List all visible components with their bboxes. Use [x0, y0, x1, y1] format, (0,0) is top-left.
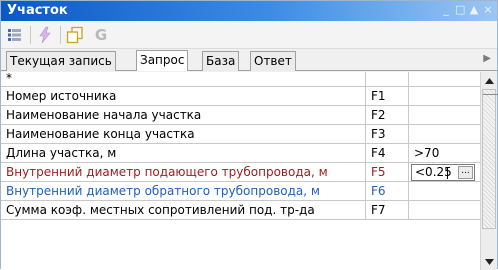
copy-button[interactable] [65, 25, 85, 45]
field-value[interactable] [409, 201, 480, 220]
minimize-button[interactable]: _ [441, 4, 451, 16]
field-value[interactable] [409, 182, 480, 201]
text-caret [447, 167, 448, 179]
arrow-down-icon [484, 258, 494, 265]
toolbar: G [1, 21, 497, 49]
copy-document-icon [66, 26, 83, 44]
field-code: F5 [366, 163, 409, 182]
rollup-button[interactable]: ▲ [469, 4, 479, 16]
thumb-grip [483, 94, 498, 95]
table-row[interactable]: Внутренний диаметр обратного трубопровод… [1, 182, 480, 201]
field-name: Внутренний диаметр обратного трубопровод… [1, 182, 366, 201]
field-name: Длина участка, м [1, 144, 366, 163]
window-title: Участок [7, 3, 68, 18]
window: Участок _ □ ▲ × G Текущая запись Запрос … [0, 0, 498, 270]
tab-strip: Текущая запись Запрос База Ответ ▶ [1, 49, 497, 71]
field-value[interactable] [409, 125, 480, 144]
tab-scroll-right-icon[interactable]: ▶ [483, 53, 491, 64]
field-name: Внутренний диаметр подающего трубопровод… [1, 163, 366, 182]
scroll-down-button[interactable] [481, 253, 497, 270]
grid-header-row: * [1, 72, 480, 87]
toolbar-separator [60, 26, 61, 44]
tab-answer[interactable]: Ответ [250, 51, 296, 71]
field-name: Сумма коэф. местных сопротивлений под. т… [1, 201, 366, 220]
field-value[interactable] [409, 87, 480, 106]
header-code-cell [366, 72, 409, 87]
field-name: Наименование конца участка [1, 125, 366, 144]
vertical-scrollbar[interactable] [480, 72, 498, 270]
arrow-up-icon [484, 77, 494, 84]
toolbar-separator [30, 26, 31, 44]
field-code: F3 [366, 125, 409, 144]
field-code: F4 [366, 144, 409, 163]
table-row[interactable]: Наименование начала участка F2 [1, 106, 480, 125]
ellipsis-button[interactable]: ... [458, 166, 473, 179]
tab-current-record[interactable]: Текущая запись [6, 51, 116, 71]
table-row[interactable]: Длина участка, м F4 >70 [1, 144, 480, 163]
header-value-cell [409, 72, 480, 87]
field-code: F6 [366, 182, 409, 201]
field-name: Номер источника [1, 87, 366, 106]
execute-button[interactable] [35, 25, 55, 45]
maximize-button[interactable]: □ [455, 4, 465, 16]
grid-view-icon [8, 29, 21, 41]
table-row[interactable]: Наименование конца участка F3 [1, 125, 480, 144]
tab-base[interactable]: База [202, 51, 240, 71]
g-button[interactable]: G [91, 25, 111, 45]
grid-view-button[interactable] [5, 25, 25, 45]
tab-query[interactable]: Запрос [136, 50, 189, 71]
field-code: F1 [366, 87, 409, 106]
field-value[interactable] [409, 106, 480, 125]
field-value[interactable]: >70 [409, 144, 480, 163]
field-code: F2 [366, 106, 409, 125]
lightning-icon [39, 26, 51, 44]
field-name: Наименование начала участка [1, 106, 366, 125]
field-code: F7 [366, 201, 409, 220]
table-row[interactable]: Внутренний диаметр подающего трубопровод… [1, 163, 480, 182]
table-row[interactable]: Номер источника F1 [1, 87, 480, 106]
scroll-up-button[interactable] [481, 72, 497, 89]
scroll-thumb[interactable] [482, 89, 498, 229]
header-marker: * [1, 72, 366, 87]
value-editor-input[interactable]: <0.25 ... [411, 164, 475, 181]
window-controls: _ □ ▲ × [441, 4, 493, 16]
g-label: G [94, 26, 108, 44]
query-grid: * Номер источника F1 Наименование начала… [1, 72, 480, 270]
table-row[interactable]: Сумма коэф. местных сопротивлений под. т… [1, 201, 480, 220]
title-bar[interactable]: Участок _ □ ▲ × [1, 1, 497, 21]
close-button[interactable]: × [483, 4, 493, 16]
